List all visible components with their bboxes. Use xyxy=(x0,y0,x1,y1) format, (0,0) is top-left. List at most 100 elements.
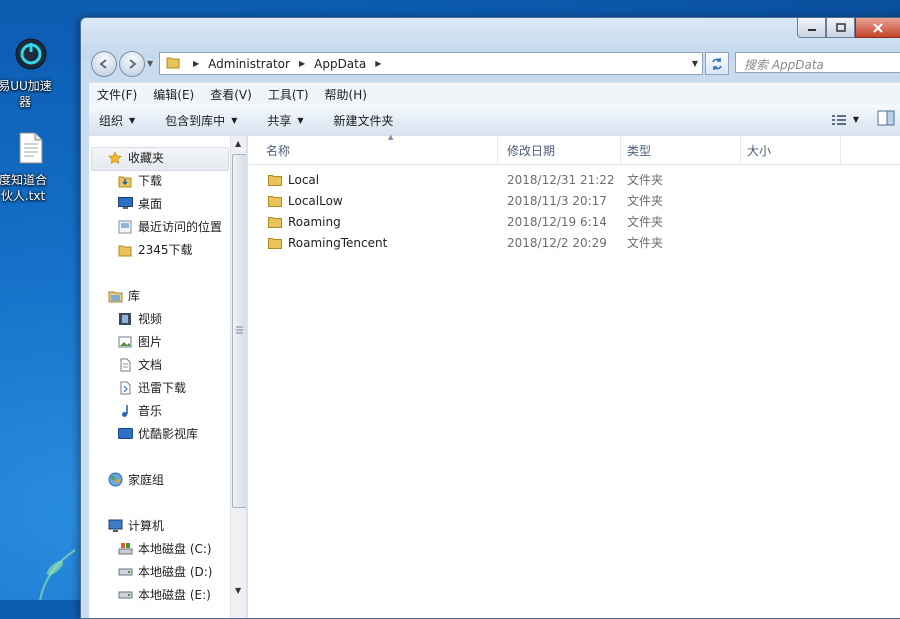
chevron-down-icon: ▼ xyxy=(231,116,238,125)
nav-item-label: 下载 xyxy=(138,174,163,188)
organize-label: 组织 xyxy=(99,114,124,128)
search-input[interactable]: 搜索 AppData xyxy=(735,52,900,73)
nav-computer[interactable]: 计算机 xyxy=(107,515,164,536)
nav-item-xunlei-download[interactable]: 迅雷下载 xyxy=(117,377,186,398)
new-folder-label: 新建文件夹 xyxy=(333,114,394,128)
menu-tools[interactable]: 工具(T) xyxy=(260,86,317,103)
share-button[interactable]: 共享 ▼ xyxy=(257,112,317,129)
nav-item-label: 音乐 xyxy=(138,404,163,418)
menu-file[interactable]: 文件(F) xyxy=(89,86,145,103)
chevron-down-icon: ▼ xyxy=(852,115,859,124)
breadcrumb-arrow-icon[interactable]: ▶ xyxy=(375,59,381,68)
file-type: 文件夹 xyxy=(627,215,664,229)
nav-item-label: 视频 xyxy=(138,312,163,326)
nav-item-label: 2345下载 xyxy=(138,243,193,257)
nav-item-drive-c[interactable]: 本地磁盘 (C:) xyxy=(117,538,212,559)
nav-item-drive-d[interactable]: 本地磁盘 (D:) xyxy=(117,561,212,582)
nav-favorites[interactable]: 收藏夹 xyxy=(107,147,164,168)
file-type: 文件夹 xyxy=(627,173,664,187)
desktop-icon-txt-file[interactable]: 度知道合伙人.txt xyxy=(0,132,62,204)
organize-button[interactable]: 组织 ▼ xyxy=(89,112,149,129)
file-list: ▲ 名称 修改日期 类型 大小 Local 2018/12/31 21:22 文… xyxy=(248,133,900,618)
folder-icon xyxy=(166,55,180,72)
folder-icon xyxy=(268,215,282,228)
nav-item-documents[interactable]: 文档 xyxy=(117,354,162,375)
nav-item-desktop[interactable]: 桌面 xyxy=(117,193,162,214)
nav-item-label: 最近访问的位置 xyxy=(138,220,223,234)
nav-item-label: 本地磁盘 (C:) xyxy=(138,542,212,556)
music-icon xyxy=(117,403,133,419)
system-drive-icon xyxy=(117,541,133,557)
nav-item-pictures[interactable]: 图片 xyxy=(117,331,162,352)
scroll-down-icon[interactable]: ▼ xyxy=(235,586,241,595)
minimize-button[interactable] xyxy=(797,18,826,38)
column-header-name[interactable]: 名称 xyxy=(248,136,498,164)
breadcrumb-arrow-icon[interactable]: ▶ xyxy=(299,59,305,68)
file-type: 文件夹 xyxy=(627,194,664,208)
text-file-icon xyxy=(0,132,62,168)
chevron-down-icon: ▼ xyxy=(129,116,136,125)
menu-view[interactable]: 查看(V) xyxy=(202,86,260,103)
view-options-button[interactable]: ▼ xyxy=(831,110,859,129)
nav-item-2345-download[interactable]: 2345下载 xyxy=(117,239,193,260)
nav-item-downloads[interactable]: 下载 xyxy=(117,170,162,191)
breadcrumb-arrow-icon[interactable]: ▶ xyxy=(193,59,199,68)
column-header-modified[interactable]: 修改日期 xyxy=(498,136,621,164)
nav-item-recent-places[interactable]: 最近访问的位置 xyxy=(117,216,222,237)
file-modified: 2018/11/3 20:17 xyxy=(507,193,607,208)
navigation-scrollbar[interactable]: ▲ ▼ xyxy=(230,136,247,618)
nav-libraries[interactable]: 库 xyxy=(107,285,140,306)
desktop-icon-uu-accelerator[interactable]: 易UU加速器 xyxy=(0,38,62,110)
folder-icon xyxy=(268,194,282,207)
breadcrumb-administrator[interactable]: Administrator xyxy=(206,57,292,71)
menu-help[interactable]: 帮助(H) xyxy=(317,86,375,103)
back-button[interactable] xyxy=(91,51,117,77)
wallpaper-leaf-decoration xyxy=(39,549,76,600)
recent-pages-chevron-icon[interactable]: ▼ xyxy=(147,59,153,68)
close-icon xyxy=(873,22,883,33)
file-name: Roaming xyxy=(288,214,341,229)
column-header-row: 名称 修改日期 类型 大小 xyxy=(248,136,900,165)
nav-item-label: 桌面 xyxy=(138,197,163,211)
include-in-library-button[interactable]: 包含到库中 ▼ xyxy=(155,112,251,129)
nav-item-videos[interactable]: 视频 xyxy=(117,308,162,329)
address-bar[interactable]: ▶ Administrator ▶ AppData ▶ ▼ xyxy=(159,52,703,75)
nav-item-drive-e[interactable]: 本地磁盘 (E:) xyxy=(117,584,211,605)
new-folder-button[interactable]: 新建文件夹 xyxy=(324,112,408,129)
documents-icon xyxy=(117,357,133,373)
nav-item-youku-library[interactable]: 优酷影视库 xyxy=(117,423,198,444)
star-icon xyxy=(107,150,123,166)
refresh-button[interactable] xyxy=(705,52,729,75)
minimize-icon xyxy=(807,28,816,31)
scroll-up-icon[interactable]: ▲ xyxy=(235,139,241,148)
forward-button[interactable] xyxy=(119,51,145,77)
menu-edit[interactable]: 编辑(E) xyxy=(145,86,202,103)
libraries-icon xyxy=(107,288,123,304)
file-name-cell: RoamingTencent xyxy=(268,232,387,253)
desktop-icon xyxy=(117,196,133,212)
computer-icon xyxy=(107,518,123,534)
file-row[interactable]: LocalLow 2018/11/3 20:17 文件夹 xyxy=(248,190,900,211)
folder-icon xyxy=(268,236,282,249)
file-row[interactable]: Roaming 2018/12/19 6:14 文件夹 xyxy=(248,211,900,232)
close-button[interactable] xyxy=(855,18,900,38)
nav-item-label: 图片 xyxy=(138,335,163,349)
nav-item-music[interactable]: 音乐 xyxy=(117,400,162,421)
nav-computer-label: 计算机 xyxy=(128,519,165,533)
pictures-icon xyxy=(117,334,133,350)
maximize-button[interactable] xyxy=(826,18,855,38)
folder-icon xyxy=(268,173,282,186)
view-controls: ▼ xyxy=(831,110,900,129)
file-row[interactable]: RoamingTencent 2018/12/2 20:29 文件夹 xyxy=(248,232,900,253)
file-row[interactable]: Local 2018/12/31 21:22 文件夹 xyxy=(248,169,900,190)
scrollbar-thumb[interactable] xyxy=(232,154,247,508)
homegroup-icon xyxy=(107,472,123,488)
preview-pane-button[interactable] xyxy=(877,110,895,129)
breadcrumb-appdata[interactable]: AppData xyxy=(312,57,368,71)
grip-icon xyxy=(236,326,243,334)
column-header-size[interactable]: 大小 xyxy=(741,136,841,164)
nav-homegroup[interactable]: 家庭组 xyxy=(107,469,164,490)
column-header-type[interactable]: 类型 xyxy=(621,136,741,164)
address-dropdown-icon[interactable]: ▼ xyxy=(692,59,698,68)
recent-places-icon xyxy=(117,219,133,235)
